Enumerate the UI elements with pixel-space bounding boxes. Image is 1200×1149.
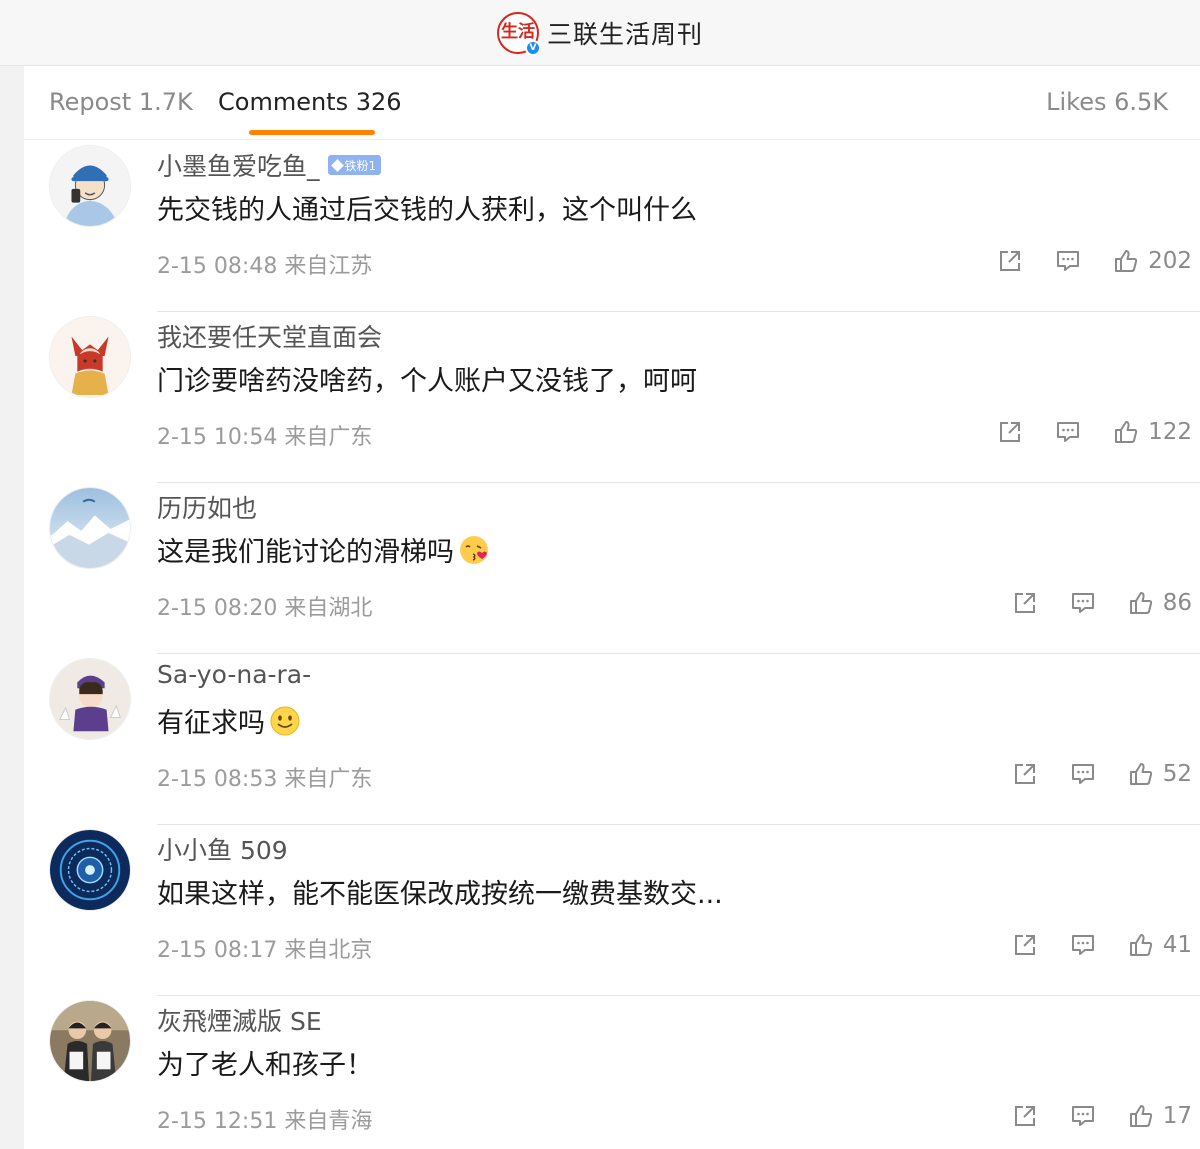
thumbs-up-icon	[1127, 931, 1155, 959]
username[interactable]: 小墨鱼爱吃鱼_ 铁粉1	[157, 147, 382, 183]
reply-icon[interactable]	[1069, 1102, 1097, 1130]
username-text: 灰飛煙滅版 SE	[157, 1007, 322, 1036]
comment-actions: 86	[1011, 586, 1192, 620]
fan-badge: 铁粉1	[327, 155, 382, 175]
tab-repost[interactable]: Repost 1.7K	[49, 88, 193, 116]
comment-text: 如果这样，能不能医保改成按统一缴费基数交...	[157, 872, 723, 911]
active-tab-indicator	[249, 130, 375, 135]
like-button[interactable]: 202	[1112, 247, 1192, 275]
avatar[interactable]	[49, 487, 131, 569]
reply-icon[interactable]	[1054, 247, 1082, 275]
like-count: 52	[1162, 761, 1192, 787]
comment-item: 我还要任天堂直面会 门诊要啥药没啥药，个人账户又没钱了，呵呵 2-15 10:5…	[24, 312, 1200, 483]
brand-logo-text: 生活	[500, 22, 535, 42]
comment-actions: 52	[1011, 757, 1192, 791]
avatar[interactable]	[49, 829, 131, 911]
share-icon[interactable]	[1011, 760, 1039, 788]
username[interactable]: 小小鱼 509	[157, 831, 288, 867]
thumbs-up-icon	[1127, 1102, 1155, 1130]
comment-actions: 202	[996, 244, 1192, 278]
comment-meta: 2-15 12:51 来自青海	[157, 1109, 373, 1134]
account-avatar[interactable]: 生活 V	[496, 11, 541, 56]
thumbs-up-icon	[1112, 418, 1140, 446]
reply-icon[interactable]	[1069, 589, 1097, 617]
thumbs-up-icon	[1127, 589, 1155, 617]
like-count: 86	[1162, 590, 1192, 616]
tab-bar: Repost 1.7K Comments 326 Likes 6.5K	[24, 66, 1200, 140]
comment-item: 小小鱼 509 如果这样，能不能医保改成按统一缴费基数交... 2-15 08:…	[24, 825, 1200, 996]
comment-actions: 41	[1011, 928, 1192, 962]
username-text: 我还要任天堂直面会	[157, 323, 383, 352]
share-icon[interactable]	[1011, 589, 1039, 617]
avatar[interactable]	[49, 1000, 131, 1082]
username-text: 小墨鱼爱吃鱼_	[157, 152, 320, 181]
share-icon[interactable]	[996, 247, 1024, 275]
account-name[interactable]: 三联生活周刊	[547, 15, 703, 51]
reply-icon[interactable]	[1069, 931, 1097, 959]
comment-text: 门诊要啥药没啥药，个人账户又没钱了，呵呵	[157, 359, 697, 398]
like-count: 202	[1148, 248, 1192, 274]
like-button[interactable]: 122	[1112, 418, 1192, 446]
reply-icon[interactable]	[1054, 418, 1082, 446]
username[interactable]: 灰飛煙滅版 SE	[157, 1002, 322, 1038]
avatar[interactable]	[49, 316, 131, 398]
comment-text-content: 这是我们能讨论的滑梯吗	[157, 537, 454, 568]
verified-icon: V	[524, 39, 541, 56]
comment-meta: 2-15 10:54 来自广东	[157, 425, 373, 450]
smile-face-emoji	[270, 706, 300, 735]
username[interactable]: Sa-yo-na-ra-	[157, 660, 311, 689]
comment-text: 有征求吗	[157, 701, 301, 740]
comment-text-content: 如果这样，能不能医保改成按统一缴费基数交...	[157, 879, 723, 910]
fan-badge-diamond-icon	[330, 158, 344, 172]
comment-text-content: 门诊要啥药没啥药，个人账户又没钱了，呵呵	[157, 366, 697, 397]
like-button[interactable]: 41	[1127, 931, 1192, 959]
top-bar: 生活 V 三联生活周刊	[0, 0, 1200, 66]
comment-text-content: 有征求吗	[157, 708, 265, 739]
comment-text: 这是我们能讨论的滑梯吗	[157, 530, 490, 569]
comments-panel: Repost 1.7K Comments 326 Likes 6.5K 小墨鱼爱…	[24, 66, 1200, 1149]
comment-item: 历历如也 这是我们能讨论的滑梯吗 2-15 08:20 来自湖北 86	[24, 483, 1200, 654]
thumbs-up-icon	[1112, 247, 1140, 275]
avatar[interactable]	[49, 145, 131, 227]
username-text: 小小鱼 509	[157, 836, 288, 865]
fan-badge-label: 铁粉1	[344, 158, 377, 173]
like-count: 122	[1148, 419, 1192, 445]
comment-text: 为了老人和孩子！	[157, 1043, 373, 1082]
comment-item: 小墨鱼爱吃鱼_ 铁粉1 先交钱的人通过后交钱的人获利，这个叫什么 2-15 08…	[24, 141, 1200, 312]
thumbs-up-icon	[1127, 760, 1155, 788]
comment-actions: 17	[1011, 1099, 1192, 1133]
tab-comments[interactable]: Comments 326	[218, 88, 402, 116]
avatar[interactable]	[49, 658, 131, 740]
like-count: 17	[1162, 1103, 1192, 1129]
comment-item: 灰飛煙滅版 SE 为了老人和孩子！ 2-15 12:51 来自青海 17	[24, 996, 1200, 1149]
username-text: Sa-yo-na-ra-	[157, 660, 312, 689]
username[interactable]: 我还要任天堂直面会	[157, 318, 382, 354]
share-icon[interactable]	[1011, 1102, 1039, 1130]
comment-meta: 2-15 08:48 来自江苏	[157, 254, 373, 279]
kiss-face-emoji	[460, 535, 488, 564]
share-icon[interactable]	[1011, 931, 1039, 959]
comment-meta: 2-15 08:20 来自湖北	[157, 596, 373, 621]
like-button[interactable]: 86	[1127, 589, 1192, 617]
comment-item: Sa-yo-na-ra- 有征求吗 2-15 08:53 来自广东 52	[24, 654, 1200, 825]
tab-likes[interactable]: Likes 6.5K	[1046, 88, 1168, 116]
like-count: 41	[1162, 932, 1192, 958]
comment-text: 先交钱的人通过后交钱的人获利，这个叫什么	[157, 188, 697, 227]
username-text: 历历如也	[157, 494, 258, 523]
like-button[interactable]: 52	[1127, 760, 1192, 788]
reply-icon[interactable]	[1069, 760, 1097, 788]
comment-text-content: 为了老人和孩子！	[157, 1050, 373, 1081]
share-icon[interactable]	[996, 418, 1024, 446]
comment-actions: 122	[996, 415, 1192, 449]
comment-meta: 2-15 08:17 来自北京	[157, 938, 373, 963]
like-button[interactable]: 17	[1127, 1102, 1192, 1130]
username[interactable]: 历历如也	[157, 489, 257, 525]
comment-text-content: 先交钱的人通过后交钱的人获利，这个叫什么	[157, 195, 697, 226]
comment-meta: 2-15 08:53 来自广东	[157, 767, 373, 792]
